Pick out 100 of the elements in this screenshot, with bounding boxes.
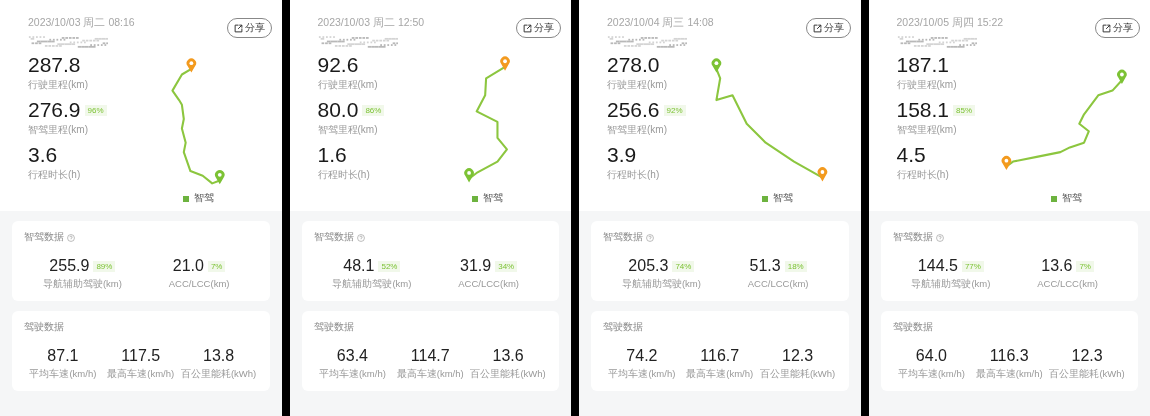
card-title: 驾驶数据 <box>603 321 643 334</box>
metric-value: 205.3 <box>628 256 669 276</box>
share-icon <box>1102 23 1111 33</box>
metric-label: 平均车速(km/h) <box>318 368 386 381</box>
percent-badge: 77% <box>961 260 984 272</box>
share-icon <box>812 23 822 33</box>
legend-label: 智驾 <box>483 192 503 205</box>
card-title: 智驾数据 <box>313 231 354 244</box>
share-icon <box>523 23 532 33</box>
metric-value: 117.5 <box>121 346 161 366</box>
metric-label: 百公里能耗(kWh) <box>470 368 546 381</box>
help-icon[interactable] <box>646 233 654 242</box>
stat-label: 智驾里程(km) <box>28 123 89 136</box>
metric-value: 116.7 <box>700 346 740 366</box>
legend-swatch <box>761 195 768 202</box>
metric-label: ACC/LCC(km) <box>458 278 519 289</box>
percent-badge: 74% <box>672 260 695 272</box>
stat-label: 行程时长(h) <box>896 168 950 181</box>
metric-value: 21.0 <box>172 256 204 276</box>
percent-badge: 89% <box>93 260 116 272</box>
legend-label: 智驾 <box>193 192 214 205</box>
share-button[interactable]: 分享 <box>805 18 851 38</box>
metric-label: 最高车速(km/h) <box>686 368 754 381</box>
legend-label: 智驾 <box>772 192 793 205</box>
metric-value: 64.0 <box>915 346 947 366</box>
legend-label: 智驾 <box>1062 192 1082 205</box>
help-icon[interactable] <box>935 233 944 242</box>
start-pin-icon <box>499 56 510 71</box>
metric-label: 最高车速(km/h) <box>107 368 175 381</box>
trip-date: 2023/10/05 周四 15:22 <box>896 16 1004 30</box>
metric-value: 48.1 <box>343 256 375 276</box>
percent-badge: 86% <box>362 104 385 116</box>
stat-value: 287.8 <box>28 52 81 78</box>
end-pin-icon <box>711 58 722 73</box>
stat-value: 4.5 <box>896 142 926 168</box>
share-icon <box>233 23 243 33</box>
percent-badge: 34% <box>495 260 518 272</box>
metric-value: 116.3 <box>989 346 1029 366</box>
metric-label: 平均车速(km/h) <box>29 368 97 381</box>
card-title: 驾驶数据 <box>892 321 933 334</box>
start-pin-icon <box>1001 155 1011 171</box>
stat-value: 278.0 <box>607 52 660 78</box>
start-pin-icon <box>186 58 197 73</box>
metric-label: ACC/LCC(km) <box>747 278 809 289</box>
card-title: 驾驶数据 <box>313 321 354 334</box>
trip-date: 2023/10/03 周二 12:50 <box>317 16 425 30</box>
metric-label: 导航辅助驾驶(km) <box>332 278 412 291</box>
metric-label: 最高车速(km/h) <box>396 368 464 381</box>
stat-label: 行驶里程(km) <box>607 78 668 91</box>
end-pin-icon <box>463 168 474 183</box>
share-button[interactable]: 分享 <box>226 18 272 38</box>
legend-swatch <box>1051 195 1057 202</box>
metric-value: 114.7 <box>410 346 450 366</box>
metric-value: 87.1 <box>47 346 79 366</box>
metric-label: 平均车速(km/h) <box>897 368 965 381</box>
stat-label: 智驾里程(km) <box>896 123 958 136</box>
percent-badge: 52% <box>378 260 401 272</box>
card-title: 智驾数据 <box>24 231 64 244</box>
stat-value: 3.9 <box>607 142 637 168</box>
stat-label: 行驶里程(km) <box>896 78 958 91</box>
share-button[interactable]: 分享 <box>516 18 561 38</box>
legend-swatch <box>472 195 478 202</box>
percent-badge: 96% <box>84 104 107 116</box>
end-pin-icon <box>215 170 225 185</box>
metric-label: 导航辅助驾驶(km) <box>911 278 991 291</box>
metric-label: 平均车速(km/h) <box>608 368 676 381</box>
stat-value: 3.6 <box>28 142 58 168</box>
percent-badge: 7% <box>1076 260 1094 272</box>
metric-value: 144.5 <box>917 256 958 276</box>
card-title: 智驾数据 <box>892 231 933 244</box>
percent-badge: 18% <box>784 260 807 272</box>
stat-value: 187.1 <box>896 52 950 78</box>
share-button[interactable]: 分享 <box>1095 18 1140 38</box>
end-pin-icon <box>1116 69 1127 84</box>
percent-badge: 92% <box>663 104 686 116</box>
card-title: 驾驶数据 <box>24 321 64 334</box>
metric-label: 导航辅助驾驶(km) <box>621 278 701 291</box>
metric-label: ACC/LCC(km) <box>168 278 230 289</box>
stat-label: 智驾里程(km) <box>317 123 379 136</box>
percent-badge: 85% <box>953 104 976 116</box>
stat-value: 276.9 <box>28 97 81 123</box>
help-icon[interactable] <box>67 233 75 242</box>
stat-value: 80.0 <box>317 97 359 123</box>
metric-label: 百公里能耗(kWh) <box>1049 368 1125 381</box>
stat-label: 行程时长(h) <box>607 168 661 181</box>
legend-swatch <box>182 195 189 202</box>
stat-label: 行驶里程(km) <box>28 78 89 91</box>
stat-label: 智驾里程(km) <box>607 123 668 136</box>
metric-value: 74.2 <box>626 346 658 366</box>
stat-value: 256.6 <box>607 97 660 123</box>
metric-label: 导航辅助驾驶(km) <box>42 278 122 291</box>
stat-value: 1.6 <box>317 142 347 168</box>
metric-value: 255.9 <box>49 256 90 276</box>
metric-value: 31.9 <box>460 256 492 276</box>
trip-date: 2023/10/03 周二 08:16 <box>28 16 135 30</box>
help-icon[interactable] <box>356 233 365 242</box>
stat-value: 158.1 <box>896 97 950 123</box>
metric-label: 百公里能耗(kWh) <box>759 368 836 381</box>
stat-value: 92.6 <box>317 52 359 78</box>
stat-label: 行程时长(h) <box>28 168 82 181</box>
